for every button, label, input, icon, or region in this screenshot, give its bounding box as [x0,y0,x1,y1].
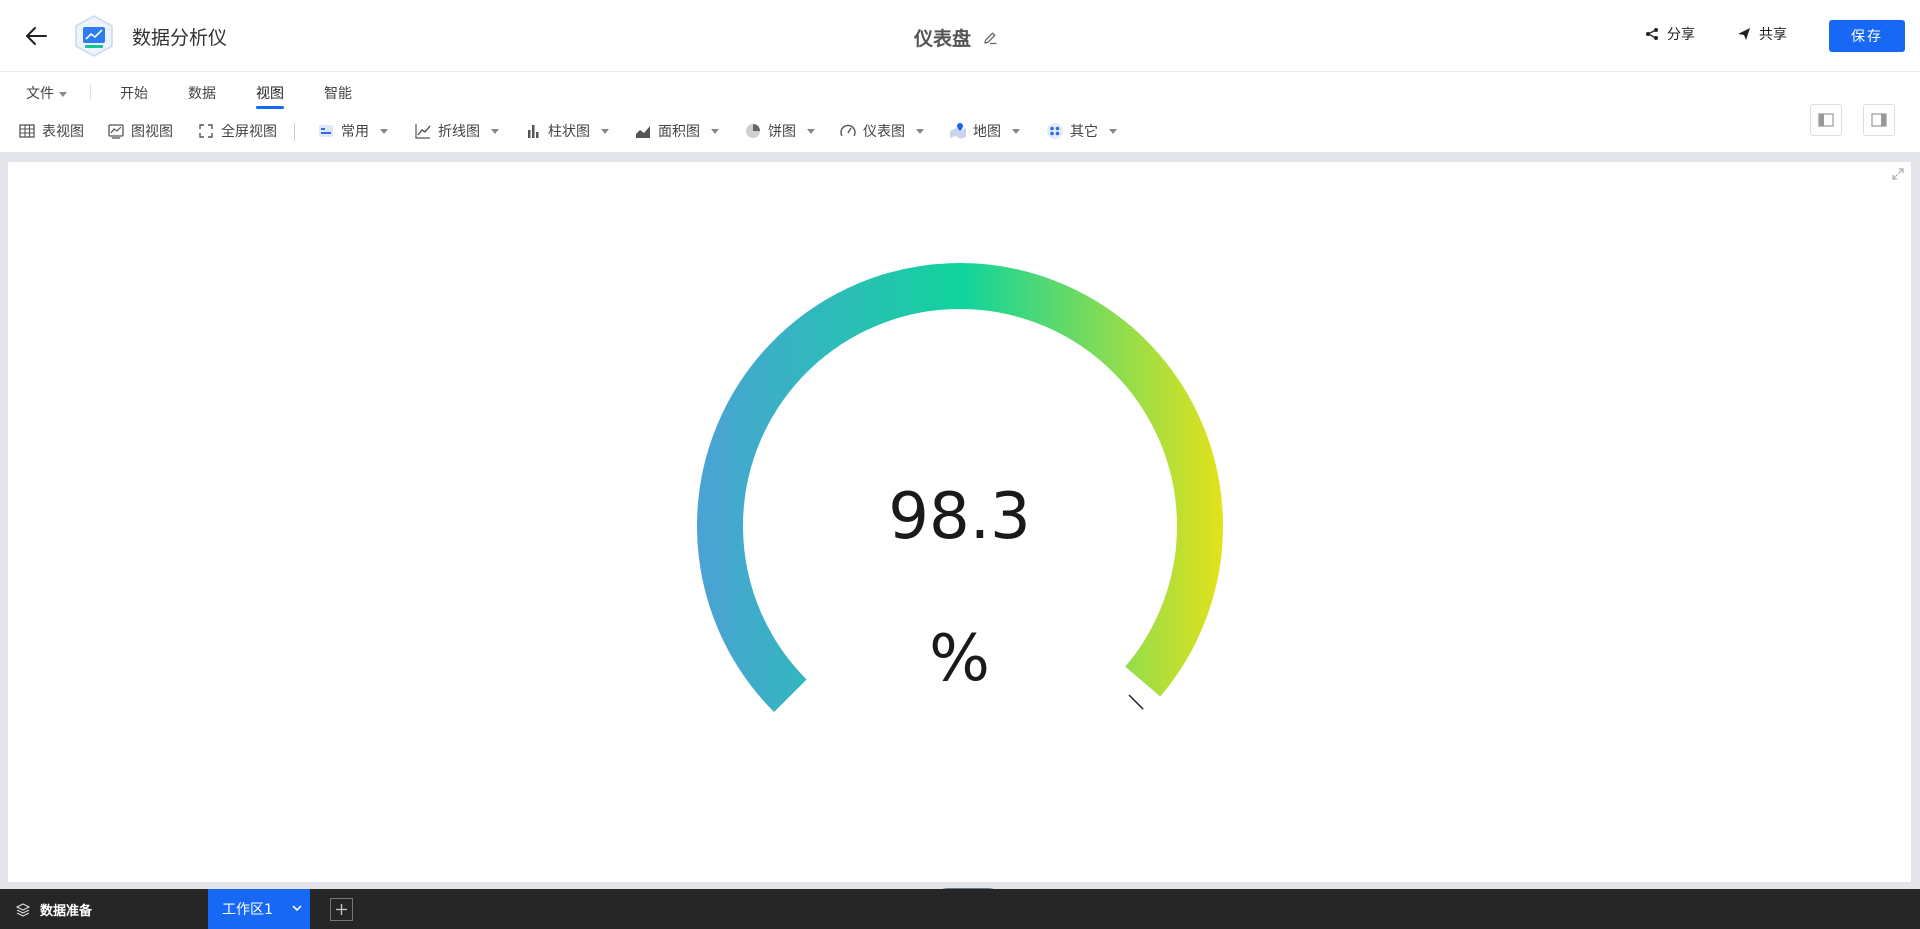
tool-label: 地图 [973,124,1001,140]
document-title-group: 仪表盘 [914,24,999,51]
tool-other[interactable]: 其它 [1046,121,1117,141]
tool-label: 其它 [1070,124,1098,140]
chevron-down-icon [601,128,609,134]
gauge-panel: 98.3 % [8,162,1911,910]
send-icon [1738,28,1750,40]
tool-label: 折线图 [438,124,480,140]
chevron-down-icon [59,91,67,97]
chevron-down-icon [916,128,924,134]
app-header: 数据分析仪 仪表盘 分享 共享 保存 [0,0,1920,72]
tool-label: 饼图 [768,124,796,140]
edit-title-icon[interactable] [981,29,999,47]
common-icon [319,125,333,137]
app-name: 数据分析仪 [132,27,228,49]
chart-view-icon [108,124,124,139]
tool-bar-chart[interactable]: 柱状图 [524,121,609,141]
tool-label: 常用 [341,124,369,140]
view-toolbar: 表视图 图视图 全屏视图 常用 折线图 柱状图 面积图 饼图 仪表图 地图 其它 [0,116,1920,148]
tool-fullscreen-view[interactable]: 全屏视图 [197,121,277,141]
chevron-down-icon [711,128,719,134]
tool-pie-chart[interactable]: 饼图 [744,121,815,141]
workspace-tab[interactable]: 工作区1 [208,889,310,929]
plus-icon [336,904,347,915]
chevron-down-icon [1109,128,1117,134]
layers-icon [16,902,30,917]
gauge-value: 98.3 [888,480,1031,554]
tool-line-chart[interactable]: 折线图 [414,121,499,141]
toolbar-divider [294,123,295,141]
pie-chart-icon [746,124,760,138]
tool-label: 仪表图 [863,124,905,140]
collaborate-button[interactable]: 共享 [1737,24,1787,44]
collaborate-label: 共享 [1759,27,1787,43]
bar-chart-icon [528,125,539,138]
save-button[interactable]: 保存 [1829,20,1905,52]
data-prep-button[interactable]: 数据准备 [16,900,92,919]
back-arrow-icon[interactable] [22,22,50,50]
tool-gauge-chart[interactable]: 仪表图 [839,121,924,141]
workspace-tab-label: 工作区1 [222,902,273,918]
right-panel-icon [1871,113,1887,127]
menu-data[interactable]: 数据 [188,83,216,103]
line-chart-icon [415,124,431,139]
gauge-unit: % [929,622,990,696]
chevron-down-icon [1012,128,1020,134]
tool-label: 图视图 [131,124,173,140]
tool-common[interactable]: 常用 [317,121,388,141]
bottom-bar: 数据准备 工作区1 [0,889,1920,929]
gauge-icon [840,124,856,137]
other-icon [1047,123,1063,139]
menu-view[interactable]: 视图 [256,83,284,109]
tool-label: 全屏视图 [221,124,277,140]
tool-table-view[interactable]: 表视图 [18,121,84,141]
right-panel-toggle-button[interactable] [1863,104,1895,136]
canvas-area: 98.3 % [0,152,1920,910]
tool-area-chart[interactable]: 面积图 [634,121,719,141]
app-logo-icon [75,15,113,57]
chevron-down-icon [380,128,388,134]
share-icon [1646,28,1658,40]
left-panel-toggle-button[interactable] [1810,104,1842,136]
tool-label: 表视图 [42,124,84,140]
menu-start[interactable]: 开始 [120,83,148,103]
chevron-down-icon [491,128,499,134]
menu-divider [90,84,91,100]
tool-label: 柱状图 [548,124,590,140]
document-title: 仪表盘 [914,28,972,50]
chevron-down-icon[interactable] [290,901,304,915]
menu-file[interactable]: 文件 [26,83,67,103]
data-prep-label: 数据准备 [40,904,93,919]
chevron-down-icon [807,128,815,134]
tool-map[interactable]: 地图 [949,121,1020,141]
share-button[interactable]: 分享 [1645,24,1695,44]
add-workspace-button[interactable] [330,898,353,921]
share-label: 分享 [1667,27,1695,43]
tool-label: 面积图 [658,124,700,140]
gauge-pointer [1128,694,1144,710]
left-panel-icon [1818,113,1834,127]
area-chart-icon [636,126,650,138]
fullscreen-icon [199,124,213,138]
menu-bar: 文件 开始 数据 视图 智能 [0,73,1920,109]
menu-smart[interactable]: 智能 [324,83,352,103]
menu-file-label: 文件 [26,86,54,102]
tool-chart-view[interactable]: 图视图 [107,121,173,141]
map-icon [950,123,966,139]
table-icon [19,124,35,138]
